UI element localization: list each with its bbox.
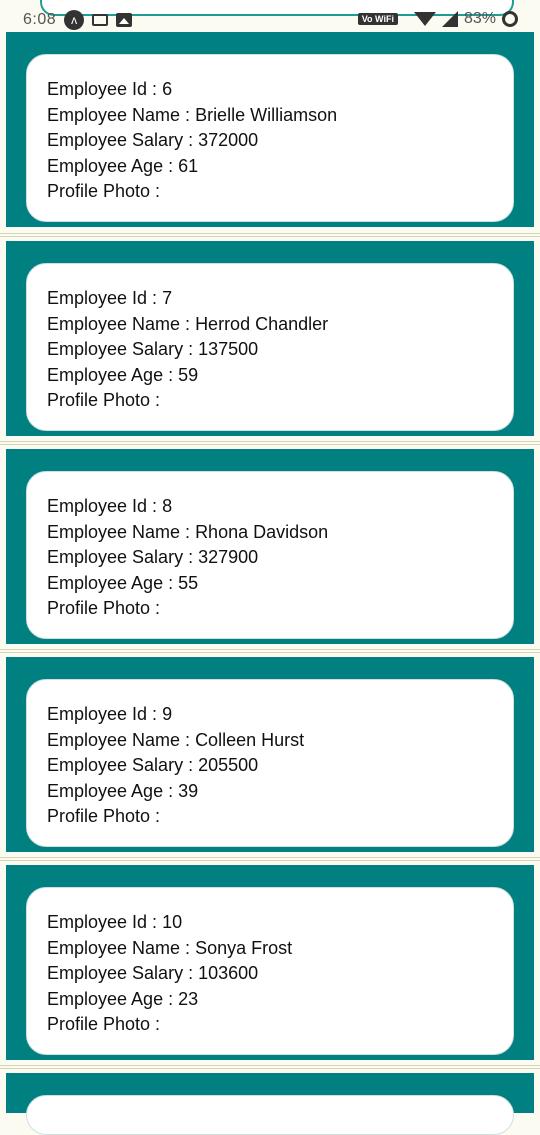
battery-icon <box>502 11 518 27</box>
item-separator <box>0 860 540 861</box>
employee-age-value: 39 <box>178 780 199 801</box>
employee-item[interactable]: Employee Id : 7 Employee Name : Herrod C… <box>6 241 534 436</box>
item-separator <box>0 441 540 442</box>
employee-id-value: 6 <box>162 79 173 99</box>
employee-item[interactable] <box>6 1073 534 1135</box>
navigation-icon: ʌ <box>64 10 85 30</box>
employee-name-line: Employee Name : Brielle Williamson <box>47 104 338 125</box>
employee-id-value: 10 <box>162 912 183 932</box>
employee-age-value: 55 <box>178 572 199 593</box>
status-bar: 6:08 ʌ Vo WiFi 83% <box>0 0 540 32</box>
cast-icon <box>92 14 109 26</box>
employee-item[interactable]: Employee Id : 9 Employee Name : Colleen … <box>6 657 534 852</box>
employee-name-value: Rhona Davidson <box>195 521 329 542</box>
employee-age-line: Employee Age : 39 <box>47 780 199 801</box>
status-time: 6:08 <box>23 11 57 28</box>
employee-name-line: Employee Name : Sonya Frost <box>47 937 293 958</box>
profile-photo-label: Profile Photo : <box>47 598 161 618</box>
employee-name-value: Brielle Williamson <box>195 104 338 125</box>
employee-age-line: Employee Age : 23 <box>47 988 199 1009</box>
item-separator <box>0 649 540 650</box>
employee-age-value: 61 <box>178 155 199 176</box>
employee-id-value: 9 <box>162 704 173 724</box>
employee-id-line: Employee Id : 7 <box>47 288 173 308</box>
battery-percent: 83% <box>463 10 496 27</box>
profile-photo-label: Profile Photo : <box>47 181 161 201</box>
employee-card[interactable]: Employee Id : 8 Employee Name : Rhona Da… <box>26 471 514 639</box>
vowifi-badge: Vo WiFi <box>357 13 398 25</box>
employee-id-value: 7 <box>162 288 173 308</box>
employee-name-line: Employee Name : Colleen Hurst <box>47 729 305 750</box>
employee-id-line: Employee Id : 6 <box>47 79 173 99</box>
profile-photo-label: Profile Photo : <box>47 806 161 826</box>
employee-salary-line: Employee Salary : 372000 <box>47 130 259 150</box>
wifi-icon <box>413 12 436 26</box>
employee-salary-line: Employee Salary : 137500 <box>47 339 259 359</box>
profile-photo-label: Profile Photo : <box>47 1014 161 1034</box>
employee-salary-value: 137500 <box>198 339 259 359</box>
item-separator <box>0 233 540 234</box>
employee-salary-line: Employee Salary : 205500 <box>47 755 259 775</box>
item-separator <box>0 1065 540 1066</box>
employee-card[interactable] <box>26 1095 514 1135</box>
item-separator <box>0 236 540 237</box>
item-separator <box>0 652 540 653</box>
employee-name-line: Employee Name : Herrod Chandler <box>47 313 329 334</box>
employee-name-line: Employee Name : Rhona Davidson <box>47 521 329 542</box>
employee-salary-value: 103600 <box>198 963 259 983</box>
employee-id-line: Employee Id : 9 <box>47 704 173 724</box>
employee-id-line: Employee Id : 10 <box>47 912 183 932</box>
employee-age-line: Employee Age : 55 <box>47 572 199 593</box>
employee-age-line: Employee Age : 59 <box>47 364 199 385</box>
employee-salary-value: 205500 <box>198 755 259 775</box>
employee-name-value: Herrod Chandler <box>195 313 329 334</box>
employee-salary-value: 372000 <box>198 130 259 150</box>
employee-item[interactable]: Employee Id : 6 Employee Name : Brielle … <box>6 32 534 227</box>
employee-item[interactable]: Employee Id : 10 Employee Name : Sonya F… <box>6 865 534 1060</box>
employee-age-value: 59 <box>178 364 199 385</box>
profile-photo-label: Profile Photo : <box>47 390 161 410</box>
item-separator <box>0 857 540 858</box>
employee-id-value: 8 <box>162 496 173 516</box>
employee-salary-line: Employee Salary : 103600 <box>47 963 259 983</box>
employee-salary-line: Employee Salary : 327900 <box>47 547 259 567</box>
employee-card[interactable]: Employee Id : 9 Employee Name : Colleen … <box>26 679 514 847</box>
employee-item[interactable]: Employee Id : 8 Employee Name : Rhona Da… <box>6 449 534 644</box>
employee-card[interactable]: Employee Id : 10 Employee Name : Sonya F… <box>26 887 514 1055</box>
signal-icon <box>441 11 458 27</box>
employee-id-line: Employee Id : 8 <box>47 496 173 516</box>
employee-card[interactable]: Employee Id : 7 Employee Name : Herrod C… <box>26 263 514 431</box>
employee-name-value: Sonya Frost <box>195 937 293 958</box>
image-icon <box>116 13 133 27</box>
employee-card[interactable]: Employee Id : 6 Employee Name : Brielle … <box>26 54 514 222</box>
item-separator <box>0 444 540 445</box>
employee-name-value: Colleen Hurst <box>195 729 305 750</box>
item-separator <box>0 1068 540 1069</box>
employee-age-value: 23 <box>178 988 199 1009</box>
employee-salary-value: 327900 <box>198 547 259 567</box>
employee-age-line: Employee Age : 61 <box>47 155 199 176</box>
